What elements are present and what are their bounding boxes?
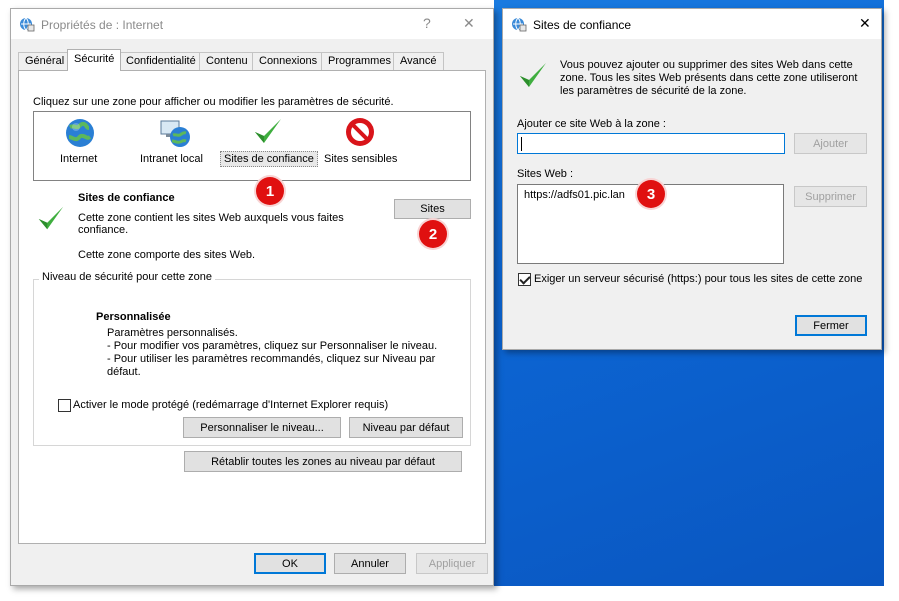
tab-programs[interactable]: Programmes [321, 52, 398, 70]
internet-options-icon [20, 17, 35, 32]
security-level-line-3: - Pour utiliser les paramètres recommand… [107, 353, 436, 365]
security-tab-panel: Cliquez sur une zone pour afficher ou mo… [18, 70, 486, 544]
tab-connections[interactable]: Connexions [252, 52, 325, 70]
zone-info-desc-3: Cette zone comporte des sites Web. [78, 249, 256, 261]
close-button[interactable]: ✕ [463, 15, 475, 32]
remove-site-button[interactable]: Supprimer [794, 186, 867, 207]
add-site-button[interactable]: Ajouter [794, 133, 867, 154]
security-level-line-1: Paramètres personnalisés. [107, 327, 238, 339]
green-check-icon[interactable] [252, 115, 284, 147]
zone-internet[interactable]: Internet [60, 153, 97, 165]
tab-content[interactable]: Contenu [199, 52, 255, 70]
annotation-badge-3: 3 [637, 180, 665, 208]
customize-level-button[interactable]: Personnaliser le niveau... [183, 417, 341, 438]
green-check-icon [38, 206, 64, 230]
internet-properties-dialog: Propriétés de : Internet ? ✕ Général Séc… [10, 8, 494, 586]
globe-icon[interactable] [64, 117, 96, 149]
trusted-sites-title: Sites de confiance [533, 18, 632, 32]
apply-button[interactable]: Appliquer [416, 553, 488, 574]
trusted-sites-close-button[interactable]: ✕ [859, 15, 871, 32]
trusted-info-line-2: zone. Tous les sites Web présents dans c… [560, 72, 858, 84]
tab-privacy[interactable]: Confidentialité [119, 52, 203, 70]
zone-info-title: Sites de confiance [78, 192, 175, 204]
protected-mode-label[interactable]: Activer le mode protégé (redémarrage d'I… [73, 399, 388, 411]
green-check-icon [520, 63, 546, 87]
internet-options-icon [512, 17, 527, 32]
text-caret [521, 137, 522, 151]
require-https-checkbox[interactable] [518, 273, 531, 286]
annotation-badge-1: 1 [256, 177, 284, 205]
restricted-icon[interactable] [344, 116, 376, 148]
titlebar: Propriétés de : Internet ? ✕ [11, 9, 493, 39]
close-dialog-button[interactable]: Fermer [795, 315, 867, 336]
require-https-label[interactable]: Exiger un serveur sécurisé (https:) pour… [534, 273, 862, 285]
cancel-button[interactable]: Annuler [334, 553, 406, 574]
add-site-label: Ajouter ce site Web à la zone : [517, 118, 666, 130]
security-level-title: Niveau de sécurité pour cette zone [39, 271, 215, 283]
tab-advanced[interactable]: Avancé [393, 52, 444, 70]
trusted-sites-dialog: Sites de confiance ✕ Vous pouvez ajouter… [502, 8, 882, 350]
zone-info-desc-1: Cette zone contient les sites Web auxque… [78, 212, 344, 224]
protected-mode-checkbox[interactable] [58, 399, 71, 412]
tab-security[interactable]: Sécurité [67, 49, 122, 71]
websites-label: Sites Web : [517, 168, 574, 180]
zone-list: Internet Intranet local Sites de confian… [33, 111, 471, 181]
trusted-info-line-1: Vous pouvez ajouter ou supprimer des sit… [560, 59, 853, 71]
help-button[interactable]: ? [423, 15, 431, 31]
zone-intranet[interactable]: Intranet local [140, 153, 203, 165]
ok-button[interactable]: OK [254, 553, 326, 574]
trusted-sites-titlebar: Sites de confiance ✕ [503, 9, 881, 39]
list-item[interactable]: https://adfs01.pic.lan [524, 189, 625, 201]
annotation-badge-2: 2 [419, 220, 447, 248]
zone-instruction: Cliquez sur une zone pour afficher ou mo… [33, 96, 394, 108]
tab-general[interactable]: Général [18, 52, 72, 70]
reset-all-zones-button[interactable]: Rétablir toutes les zones au niveau par … [184, 451, 462, 472]
window-title: Propriétés de : Internet [41, 18, 164, 32]
zone-trusted-sites[interactable]: Sites de confiance [220, 151, 318, 167]
zone-restricted-sites[interactable]: Sites sensibles [324, 153, 397, 165]
security-level-line-4: défaut. [107, 366, 141, 378]
trusted-info-line-3: les paramètres de sécurité de la zone. [560, 85, 747, 97]
zone-info-desc-2: confiance. [78, 224, 129, 236]
add-site-input[interactable] [517, 133, 785, 154]
security-level-line-2: - Pour modifier vos paramètres, cliquez … [107, 340, 438, 352]
security-level-name: Personnalisée [96, 311, 171, 323]
sites-button[interactable]: Sites [394, 199, 471, 219]
network-globe-icon[interactable] [158, 117, 192, 149]
default-level-button[interactable]: Niveau par défaut [349, 417, 463, 438]
